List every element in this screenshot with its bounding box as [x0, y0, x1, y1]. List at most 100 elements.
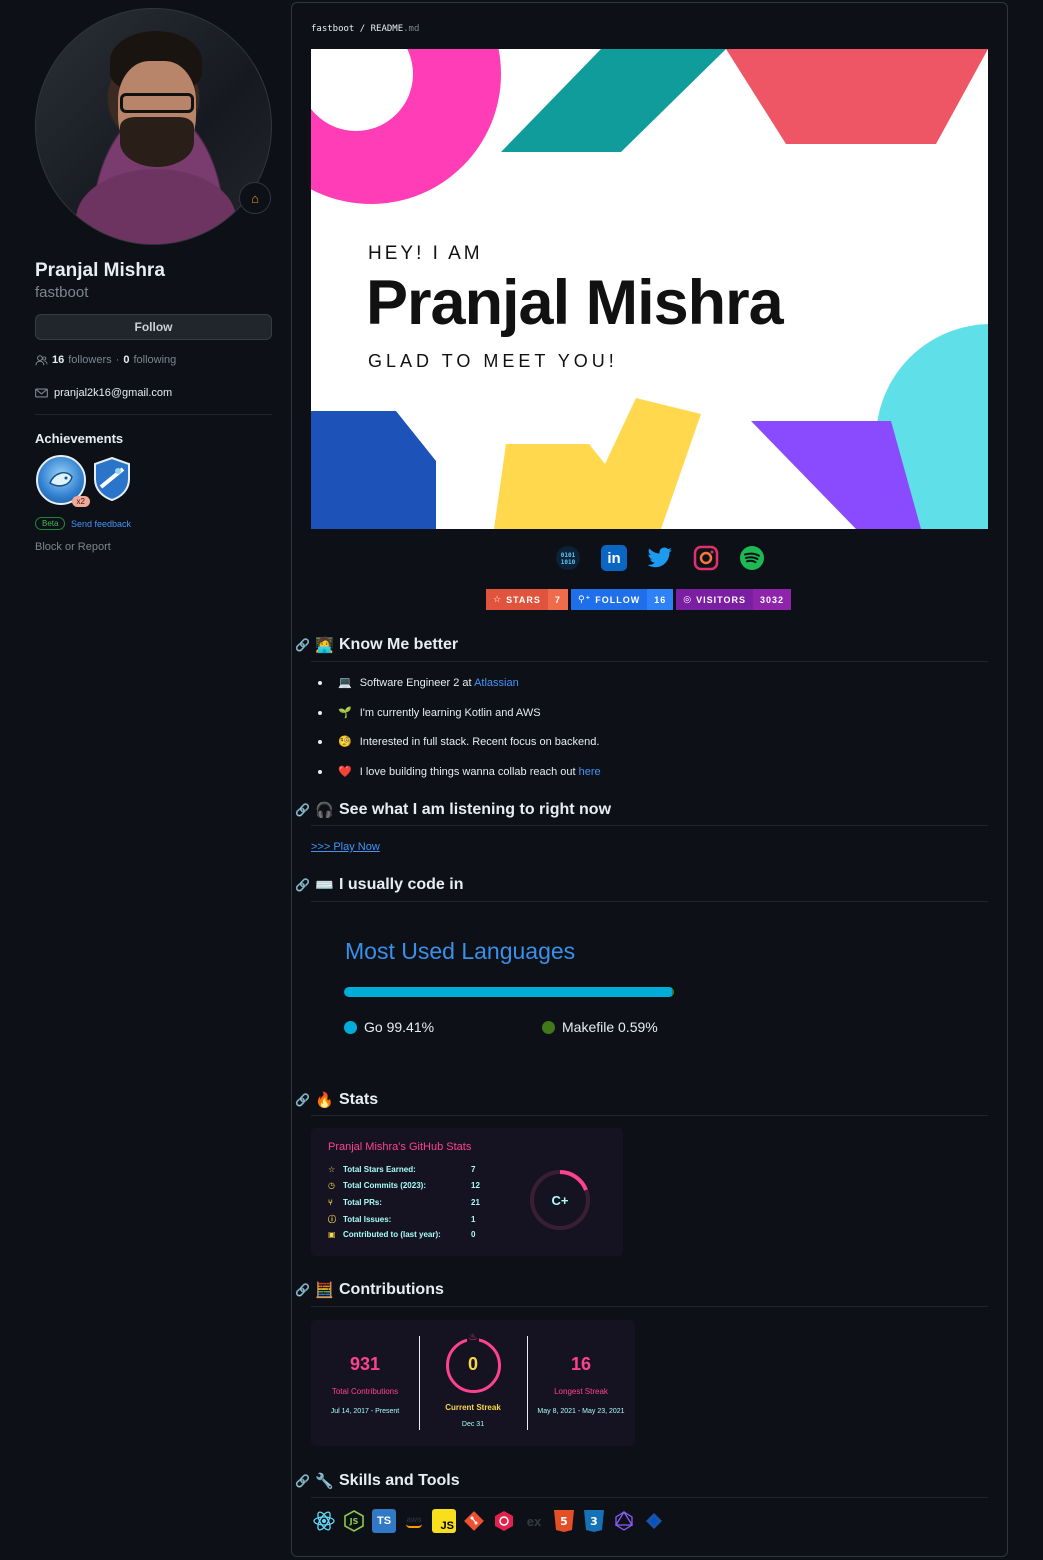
block-report-link[interactable]: Block or Report [35, 541, 111, 553]
nestjs-icon[interactable] [492, 1509, 516, 1533]
anchor-link-icon[interactable]: 🔗 [295, 878, 310, 892]
social-links: 0101 1010 in [555, 545, 765, 571]
bullet [318, 710, 322, 715]
achievement-shield-badge[interactable] [93, 457, 131, 501]
anchor-link-icon[interactable]: 🔗 [295, 1093, 310, 1107]
heading-code-in: 🔗 ⌨️ I usually code in [295, 876, 463, 894]
visitors-shield[interactable]: ◎ VISITORS 3032 [676, 589, 792, 610]
stat-row: ⓘ Total Issues: 1 [328, 1214, 475, 1225]
stat-label: Contributed to (last year): [343, 1230, 441, 1239]
send-feedback-link[interactable]: Send feedback [71, 519, 131, 529]
atlassian-link[interactable]: Atlassian [474, 677, 519, 689]
avatar-beard [120, 117, 194, 167]
current-streak-date: Dec 31 [461, 1421, 485, 1428]
following-count[interactable]: 0 [123, 354, 129, 366]
current-streak-label: Current Streak [445, 1403, 501, 1412]
aws-label: aws [406, 1514, 422, 1524]
following-label[interactable]: following [133, 354, 176, 366]
list-item-text: I'm currently learning Kotlin and AWS [359, 706, 541, 719]
avatar[interactable] [35, 8, 272, 245]
heading-know-me-text: Know Me better [339, 636, 459, 653]
avatar-hoodie [76, 169, 236, 244]
bullet [318, 769, 322, 774]
heading-rule [311, 1497, 988, 1498]
spotify-icon[interactable] [739, 545, 765, 571]
star-icon: ☆ [493, 594, 503, 604]
heading-stats-text: Stats [339, 1091, 379, 1108]
anchor-link-icon[interactable]: 🔗 [295, 803, 310, 817]
breadcrumb-repo[interactable]: fastboot [311, 24, 354, 34]
javascript-icon[interactable]: JS [432, 1509, 456, 1533]
achievement-shark-badge[interactable]: x2 [36, 455, 90, 507]
here-link[interactable]: here [579, 766, 601, 778]
svg-text:1010: 1010 [561, 559, 576, 566]
list-item-text: Interested in full stack. Recent focus o… [359, 735, 600, 748]
follow-shield[interactable]: ⚲⁺ FOLLOW 16 [570, 589, 674, 610]
profile-sidebar [35, 8, 272, 245]
heading-contributions: 🔗 🧮 Contributions [295, 1281, 444, 1299]
flame-icon: ♨ [467, 1332, 479, 1344]
stat-value: 12 [471, 1181, 480, 1190]
jira-icon[interactable] [642, 1509, 666, 1533]
express-icon[interactable]: ex [522, 1509, 546, 1533]
shield-badges: ☆ STARS 7 ⚲⁺ FOLLOW 16 ◎ VISITORS 3032 [486, 589, 792, 610]
graphql-icon[interactable] [612, 1509, 636, 1533]
list-item: ❤️ I love building things wanna collab r… [318, 765, 601, 778]
follow-button[interactable]: Follow [35, 314, 272, 340]
dev-icon[interactable]: 0101 1010 [555, 545, 581, 571]
nodejs-icon[interactable]: JS [342, 1509, 366, 1533]
html5-icon[interactable]: 5 [552, 1509, 576, 1533]
typescript-icon[interactable]: TS [372, 1509, 396, 1533]
language-go-label: Go 99.41% [364, 1019, 435, 1035]
followers-label[interactable]: followers [68, 354, 111, 366]
anchor-link-icon[interactable]: 🔗 [295, 1474, 310, 1488]
followers-separator: · [115, 354, 120, 366]
total-contributions-range: Jul 14, 2017 - Present [330, 1408, 400, 1415]
heading-stats: 🔗 🔥 Stats [295, 1091, 378, 1109]
git-icon[interactable] [462, 1509, 486, 1533]
stars-shield-label: STARS [506, 594, 541, 605]
repo-icon: ▣ [328, 1230, 336, 1239]
twitter-icon[interactable] [647, 545, 673, 571]
heading-rule [311, 901, 988, 902]
stat-value: 0 [471, 1230, 476, 1239]
visitors-shield-label: VISITORS [696, 594, 747, 605]
play-now-link[interactable]: >>> Play Now [311, 841, 380, 853]
followers-count[interactable]: 16 [52, 354, 64, 366]
instagram-icon[interactable] [693, 545, 719, 571]
email-row: pranjal2k16@gmail.com [35, 387, 172, 399]
breadcrumb-extension: .md [403, 24, 420, 34]
keyboard-icon: ⌨️ [315, 877, 334, 894]
bullet [318, 680, 322, 685]
aws-smile [406, 1524, 422, 1528]
react-icon[interactable] [312, 1509, 336, 1533]
stat-value: 1 [471, 1215, 476, 1224]
linkedin-icon[interactable]: in [601, 545, 627, 571]
stars-shield[interactable]: ☆ STARS 7 [486, 589, 568, 610]
seedling-icon: 🌱 [338, 707, 352, 719]
mail-icon [35, 388, 48, 398]
banner-greeting: HEY! I AM [368, 243, 483, 264]
total-contributions: 931 Total Contributions Jul 14, 2017 - P… [311, 1320, 419, 1446]
anchor-link-icon[interactable]: 🔗 [295, 1283, 310, 1297]
status-emoji-icon[interactable]: ⌂ [239, 182, 271, 214]
pull-request-icon: ⑂ [328, 1198, 333, 1207]
profile-name: Pranjal Mishra [35, 260, 165, 281]
beta-badge: Beta [35, 517, 66, 530]
email-link[interactable]: pranjal2k16@gmail.com [54, 387, 172, 399]
aws-icon[interactable]: aws [402, 1509, 426, 1533]
total-contributions-value: 931 [349, 1354, 381, 1374]
longest-streak: 16 Longest Streak May 8, 2021 - May 23, … [527, 1320, 635, 1446]
monocle-face-icon: 🧐 [338, 736, 352, 748]
makefile-color-dot [542, 1020, 555, 1034]
breadcrumb-file: README [370, 24, 404, 34]
avatar-glasses [120, 93, 194, 113]
stat-label: Total Commits (2023): [343, 1181, 426, 1190]
follow-shield-value: 16 [647, 589, 674, 610]
grade-progress-arc [559, 1170, 588, 1191]
heading-know-me: 🔗 🧑‍💻 Know Me better [295, 636, 458, 654]
history-icon: ◷ [328, 1181, 335, 1190]
css3-icon[interactable]: 3 [582, 1509, 606, 1533]
visitors-shield-value: 3032 [753, 589, 792, 610]
anchor-link-icon[interactable]: 🔗 [295, 638, 310, 652]
